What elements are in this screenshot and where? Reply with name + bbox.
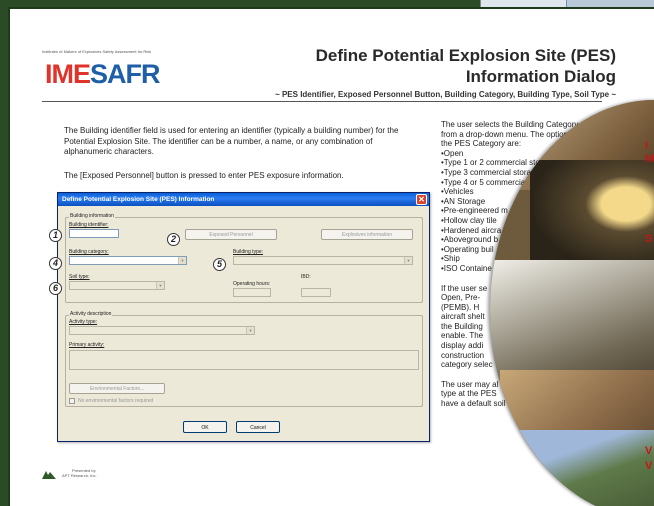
ibd-input[interactable] xyxy=(301,288,331,297)
page-title-line1: Define Potential Explosion Site (PES) xyxy=(315,46,616,65)
callout-marker-1: 1 xyxy=(49,229,62,242)
left-paragraph-2: The [Exposed Personnel] button is presse… xyxy=(64,171,344,180)
callout-marker-2: 2 xyxy=(167,233,180,246)
callout-marker-4: 4 xyxy=(49,257,62,270)
primary-activity-label: Primary activity: xyxy=(69,342,105,348)
building-group-label: Building information xyxy=(69,213,115,219)
operating-hours-label: Operating hours: xyxy=(233,281,271,287)
photo-collage: I M S V V xyxy=(490,100,654,506)
dropdown-arrow-icon: ▼ xyxy=(404,257,412,264)
environmental-factors-button[interactable]: Environmental Factors... xyxy=(69,383,165,394)
dialog-title: Define Potential Explosion Site (PES) In… xyxy=(62,196,215,203)
dropdown-arrow-icon: ▼ xyxy=(178,257,186,264)
photo-sky-landscape xyxy=(520,430,654,506)
building-category-label: Building category: xyxy=(69,249,109,255)
page-title: Define Potential Explosion Site (PES) In… xyxy=(316,45,616,87)
cancel-button[interactable]: Cancel xyxy=(236,421,280,433)
callout-marker-6: 6 xyxy=(49,282,62,295)
explosives-information-button[interactable]: Explosives information xyxy=(321,229,413,240)
background-window-strip xyxy=(480,0,654,7)
page-subtitle: ~ PES Identifier, Exposed Personnel Butt… xyxy=(275,90,616,99)
logo-tagline: Institutes of Makers of Explosives Safet… xyxy=(42,49,152,54)
soil-type-label: Soil type: xyxy=(69,274,90,280)
ok-button[interactable]: OK xyxy=(183,421,227,433)
pes-information-dialog: Define Potential Explosion Site (PES) In… xyxy=(57,192,430,442)
close-icon[interactable]: ✕ xyxy=(416,194,427,205)
callout-marker-5: 5 xyxy=(213,258,226,271)
apt-logo-icon xyxy=(42,471,56,479)
building-category-dropdown[interactable]: ▼ xyxy=(69,256,187,265)
building-identifier-input[interactable] xyxy=(69,229,119,238)
page-title-line2: Information Dialog xyxy=(465,67,616,86)
logo-safr: SAFR xyxy=(90,59,160,89)
dialog-titlebar: Define Potential Explosion Site (PES) In… xyxy=(58,193,429,206)
building-type-label: Building type: xyxy=(233,249,264,255)
soil-type-dropdown[interactable]: ▼ xyxy=(69,281,165,290)
activity-type-dropdown[interactable]: ▼ xyxy=(69,326,255,335)
building-identifier-label: Building identifier: xyxy=(69,222,109,228)
footer-line-2: APT Research, Inc. xyxy=(62,473,97,478)
exposed-personnel-button[interactable]: Exposed Personnel xyxy=(185,229,277,240)
photo-tunnel xyxy=(530,160,654,270)
collage-text-bottom2: V xyxy=(645,460,653,472)
imesafr-logo: IMESAFR xyxy=(45,59,161,90)
no-environmental-factors-label: No environmental factors required xyxy=(78,398,154,404)
logo-ime: IME xyxy=(45,59,91,89)
dropdown-arrow-icon: ▼ xyxy=(246,327,254,334)
activity-type-label: Activity type: xyxy=(69,319,98,325)
dropdown-arrow-icon: ▼ xyxy=(156,282,164,289)
operating-hours-input[interactable] xyxy=(233,288,271,297)
slide: Institutes of Makers of Explosives Safet… xyxy=(8,7,654,506)
activity-group-label: Activity description xyxy=(69,311,113,317)
primary-activity-textarea[interactable] xyxy=(69,350,419,370)
building-type-dropdown[interactable]: ▼ xyxy=(233,256,413,265)
no-environmental-factors-checkbox[interactable] xyxy=(69,398,75,404)
left-paragraph-1: The Building identifier field is used fo… xyxy=(64,126,399,156)
collage-text-bottom1: V xyxy=(645,445,653,457)
collage-text-top: I xyxy=(645,140,649,152)
ibd-label: IBD: xyxy=(301,274,311,280)
photo-snow-mountain xyxy=(490,260,654,380)
footer-credit: Presented by APT Research, Inc. xyxy=(62,468,122,478)
collage-text-top2: M xyxy=(645,153,654,165)
collage-text-mid: S xyxy=(645,233,653,245)
